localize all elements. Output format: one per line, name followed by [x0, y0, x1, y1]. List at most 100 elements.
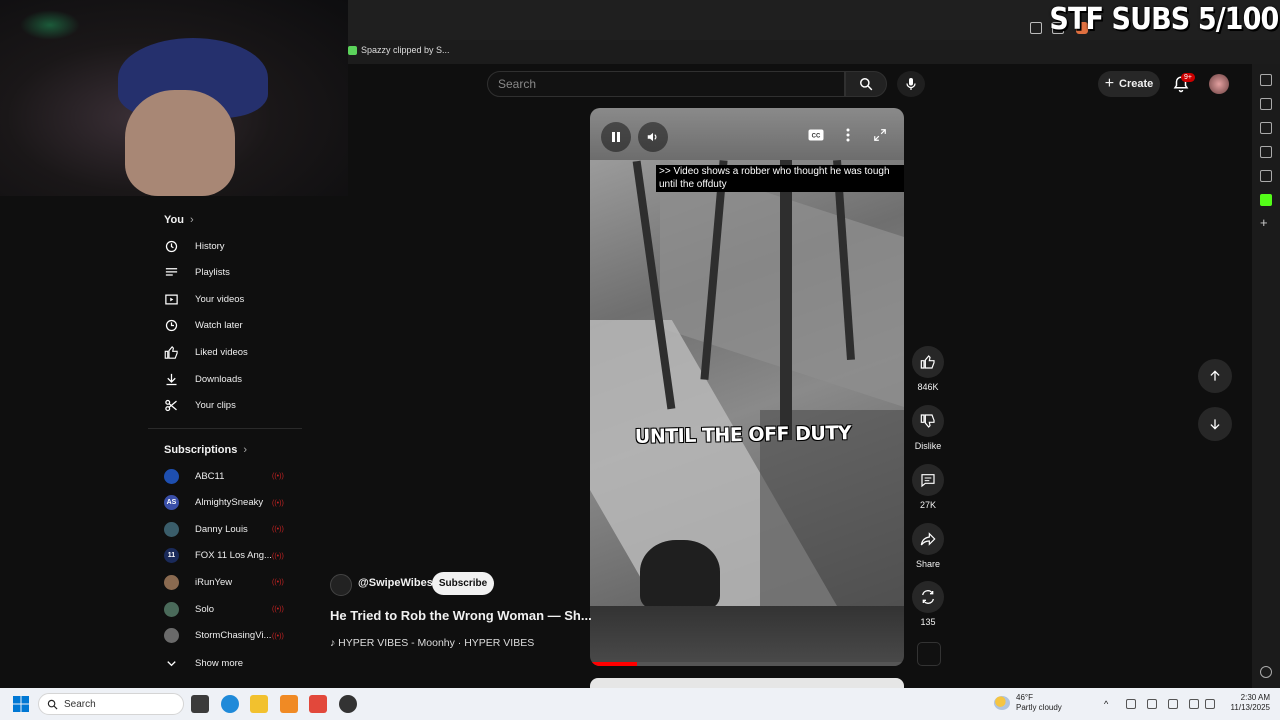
next-short-preview[interactable]: [590, 678, 904, 688]
subscribe-button[interactable]: Subscribe: [432, 572, 494, 595]
tray-network-icon[interactable]: [1189, 699, 1199, 709]
pause-button[interactable]: [601, 122, 631, 152]
music-attribution[interactable]: ♪ HYPER VIBES - Moonhy · HYPER VIBES: [330, 637, 534, 649]
settings-gear-icon[interactable]: [1260, 666, 1272, 678]
video-title[interactable]: He Tried to Rob the Wrong Woman — Sh...: [330, 608, 592, 623]
file-explorer-icon[interactable]: [250, 695, 268, 713]
channel-avatar: [164, 468, 179, 484]
tray-volume-icon[interactable]: [1205, 699, 1215, 709]
kick-icon[interactable]: [1260, 194, 1272, 206]
sidebar-item-label: History: [195, 240, 225, 252]
weather-condition: Partly cloudy: [1016, 703, 1062, 712]
taskbar-search[interactable]: Search: [38, 693, 184, 715]
search-input[interactable]: Search: [487, 71, 845, 97]
next-short-button[interactable]: [1198, 407, 1232, 441]
progress-bar[interactable]: [590, 662, 904, 666]
subscriptions-section-title[interactable]: Subscriptions ›: [164, 444, 247, 456]
sidebar-item-label: Liked videos: [195, 346, 248, 358]
sidebar-item-downloads[interactable]: Downloads: [164, 369, 298, 389]
channel-avatar: [164, 601, 179, 617]
tabs-icon[interactable]: [1260, 98, 1272, 110]
playlists-icon: [165, 268, 178, 276]
channel-thumbnail[interactable]: [917, 642, 941, 666]
create-button[interactable]: + Create: [1098, 71, 1160, 97]
weather-widget[interactable]: 46°F Partly cloudy: [994, 693, 1062, 713]
sidebar-item-playlists[interactable]: Playlists: [164, 263, 298, 283]
you-section-title[interactable]: You ›: [164, 214, 194, 226]
dislike-button[interactable]: [912, 405, 944, 437]
tray-mic-icon[interactable]: [1168, 699, 1178, 709]
reading-list-icon[interactable]: [1260, 170, 1272, 182]
comments-action[interactable]: 27K: [910, 464, 946, 510]
wallet-icon[interactable]: [1260, 122, 1272, 134]
like-action[interactable]: 846K: [910, 346, 946, 392]
remix-action[interactable]: 135: [910, 581, 946, 627]
video-frame[interactable]: UNTIL THE OFF DUTY: [590, 160, 904, 606]
subscription-label: iRunYew: [195, 576, 233, 588]
volume-button[interactable]: [638, 122, 668, 152]
sidebar-item-history[interactable]: History: [164, 236, 298, 256]
remix-button[interactable]: [912, 581, 944, 613]
obs-icon[interactable]: [339, 695, 357, 713]
sidebar-item-your-clips[interactable]: Your clips: [164, 396, 298, 416]
channel-name[interactable]: @SwipeWibes: [358, 577, 433, 589]
channel-avatar: [164, 574, 179, 590]
bookmarks-icon[interactable]: [1260, 146, 1272, 158]
thumbs-up-icon: [920, 355, 935, 369]
leo-ai-icon[interactable]: [1260, 74, 1272, 86]
subscription-item[interactable]: ABC11 ((•)): [164, 466, 298, 486]
edge-icon[interactable]: [221, 695, 239, 713]
subscription-item[interactable]: AS AlmightySneaky ((•)): [164, 493, 298, 513]
subscription-label: StormChasingVi...: [195, 630, 272, 642]
sidebar-item-your-videos[interactable]: Your videos: [164, 289, 298, 309]
brave-browser-icon[interactable]: [309, 695, 327, 713]
pause-icon: [612, 132, 620, 142]
show-more-button[interactable]: Show more: [164, 653, 298, 673]
channel-avatar[interactable]: [330, 574, 352, 596]
live-indicator-icon: ((•)): [272, 526, 284, 534]
watch-later-icon: [165, 320, 178, 332]
search-button[interactable]: [845, 71, 887, 97]
remix-icon: [922, 590, 934, 604]
fullscreen-button[interactable]: [869, 124, 891, 146]
subscription-item[interactable]: Danny Louis ((•)): [164, 519, 298, 539]
subscription-item[interactable]: iRunYew ((•)): [164, 572, 298, 592]
voice-search-button[interactable]: [897, 71, 925, 97]
svg-text:CC: CC: [812, 134, 821, 140]
bookmark-favicon-icon: [348, 45, 357, 55]
bookmark-item[interactable]: Spazzy clipped by S...: [348, 45, 450, 55]
webcam-person: [125, 90, 235, 196]
chevron-up-icon[interactable]: ^: [1104, 699, 1114, 709]
player-top-bar: CC: [590, 108, 904, 160]
captions-button[interactable]: CC: [805, 124, 827, 146]
webcam-light: [20, 10, 80, 40]
tray-app-icon[interactable]: [1126, 699, 1136, 709]
subscription-item[interactable]: StormChasingVi... ((•)): [164, 626, 298, 646]
dislike-action[interactable]: Dislike: [910, 405, 946, 451]
cast-icon[interactable]: [1030, 22, 1042, 34]
windows-taskbar: Search 46°F Partly cloudy ^ 2:30 AM 11/1…: [0, 688, 1280, 720]
like-button[interactable]: [912, 346, 944, 378]
sidebar-item-liked-videos[interactable]: Liked videos: [164, 342, 298, 362]
shorts-player[interactable]: CC UNTIL THE OFF DUTY >> Video shows a r…: [590, 108, 904, 666]
task-view-icon[interactable]: [191, 695, 209, 713]
subscription-label: AlmightySneaky: [195, 497, 264, 509]
subscription-item[interactable]: 11 FOX 11 Los Ang... ((•)): [164, 546, 298, 566]
system-clock[interactable]: 2:30 AM 11/13/2025: [1222, 693, 1270, 713]
windows-start-icon[interactable]: [13, 696, 29, 712]
sidebar-item-watch-later[interactable]: Watch later: [164, 316, 298, 336]
previous-short-button[interactable]: [1198, 359, 1232, 393]
share-action[interactable]: Share: [910, 523, 946, 569]
add-panel-icon[interactable]: +: [1260, 216, 1272, 230]
more-options-button[interactable]: [837, 124, 859, 146]
app-icon[interactable]: [280, 695, 298, 713]
subscription-label: ABC11: [195, 470, 225, 482]
video-person: [640, 540, 720, 606]
tray-app-icon[interactable]: [1147, 699, 1157, 709]
comments-button[interactable]: [912, 464, 944, 496]
account-avatar[interactable]: [1209, 74, 1229, 94]
share-button[interactable]: [912, 523, 944, 555]
subscription-item[interactable]: Solo ((•)): [164, 599, 298, 619]
fullscreen-icon: [874, 129, 886, 141]
stream-counter-overlay: STF SUBS 5/100: [1049, 2, 1279, 37]
